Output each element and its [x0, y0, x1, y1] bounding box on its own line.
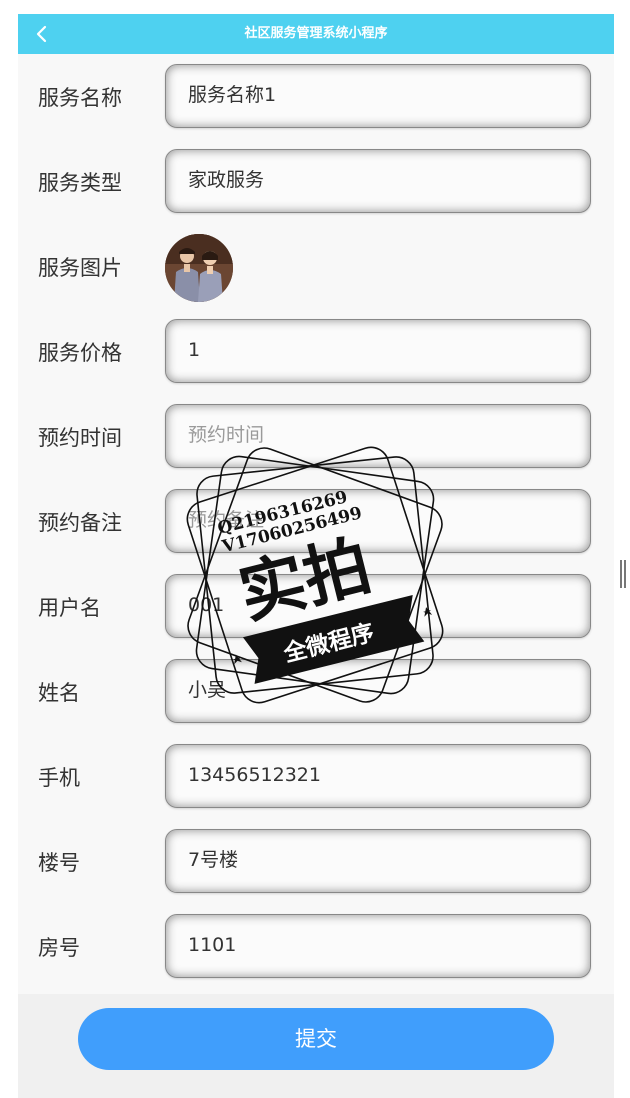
phone-label: 手机 [38, 766, 80, 790]
page-title: 社区服务管理系统小程序 [244, 26, 388, 41]
service-image-label: 服务图片 [38, 256, 122, 280]
room-label: 房号 [38, 936, 80, 960]
booking-note-field[interactable]: 预约备注 [165, 489, 591, 553]
room-field[interactable]: 1101 [165, 914, 591, 978]
form-row-service-price: 服务价格 1 [18, 319, 614, 387]
service-name-field[interactable]: 服务名称1 [165, 64, 591, 128]
service-image[interactable] [165, 234, 233, 302]
username-label: 用户名 [38, 596, 101, 620]
form-row-username: 用户名 001 [18, 574, 614, 642]
scroll-handle-icon[interactable] [620, 560, 628, 588]
form-row-service-type: 服务类型 家政服务 [18, 149, 614, 217]
submit-button[interactable]: 提交 [78, 1008, 554, 1070]
phone-field[interactable]: 13456512321 [165, 744, 591, 808]
form-row-booking-note: 预约备注 预约备注 [18, 489, 614, 557]
booking-time-field[interactable]: 预约时间 [165, 404, 591, 468]
service-type-label: 服务类型 [38, 171, 122, 195]
form-row-room: 房号 1101 [18, 914, 614, 982]
name-field[interactable]: 小吴 [165, 659, 591, 723]
form-row-service-image: 服务图片 [18, 234, 614, 302]
booking-time-label: 预约时间 [38, 426, 122, 450]
booking-note-label: 预约备注 [38, 511, 122, 535]
form-row-building: 楼号 7号楼 [18, 829, 614, 897]
service-type-field[interactable]: 家政服务 [165, 149, 591, 213]
service-price-field[interactable]: 1 [165, 319, 591, 383]
username-field[interactable]: 001 [165, 574, 591, 638]
form-row-booking-time: 预约时间 预约时间 [18, 404, 614, 472]
service-photo-icon [165, 234, 233, 302]
building-field[interactable]: 7号楼 [165, 829, 591, 893]
service-name-label: 服务名称 [38, 86, 122, 110]
service-price-label: 服务价格 [38, 341, 122, 365]
name-label: 姓名 [38, 681, 80, 705]
form-row-service-name: 服务名称 服务名称1 [18, 64, 614, 132]
title-bar: 社区服务管理系统小程序 [18, 14, 614, 54]
form-row-phone: 手机 13456512321 [18, 744, 614, 812]
form-row-name: 姓名 小吴 [18, 659, 614, 727]
footer-bar: 提交 [18, 994, 614, 1098]
form-page: 社区服务管理系统小程序 服务名称 服务名称1 服务类型 家政服务 服务图片 服务… [18, 14, 614, 1098]
building-label: 楼号 [38, 851, 80, 875]
